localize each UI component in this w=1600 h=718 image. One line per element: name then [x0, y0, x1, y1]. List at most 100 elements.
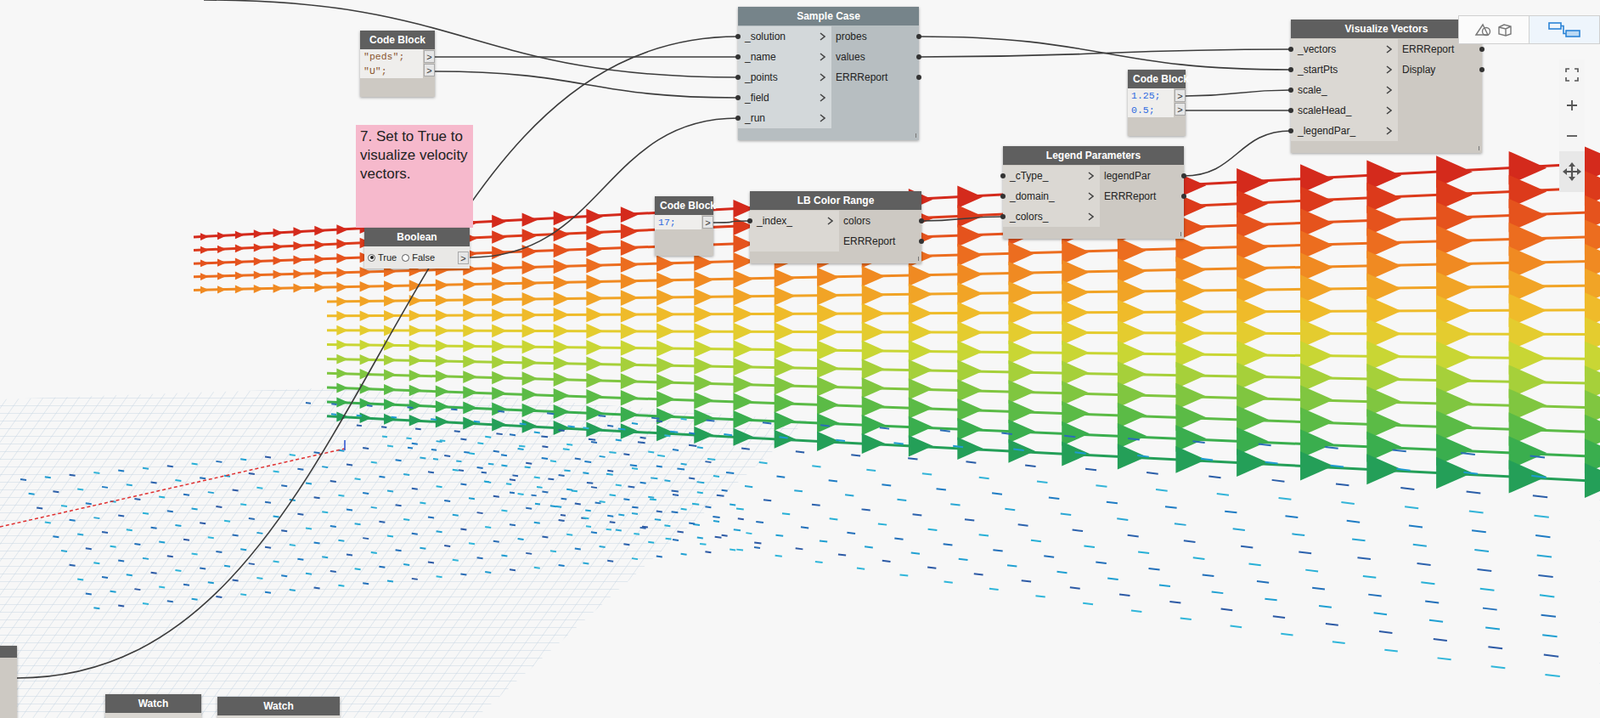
output-port[interactable]: legendPar: [1099, 165, 1184, 186]
note[interactable]: 7. Set to True to visualize velocity vec…: [355, 124, 474, 228]
boolean-node[interactable]: Boolean True False >: [364, 227, 470, 269]
radio-icon[interactable]: [401, 253, 410, 262]
input-port[interactable]: _name: [738, 46, 832, 68]
input-port[interactable]: _startPts: [1290, 59, 1398, 80]
wire[interactable]: [921, 216, 1003, 221]
node-header[interactable]: Visualize Vectors: [1290, 19, 1482, 39]
output-port[interactable]: probes: [831, 26, 919, 47]
component-node[interactable]: Sample Case_solution_name_points_field_r…: [738, 6, 919, 141]
geometry-view-button[interactable]: [1459, 16, 1529, 44]
resize-grip[interactable]: [1180, 231, 1182, 237]
wire[interactable]: [434, 71, 739, 98]
input-port[interactable]: _legendPar_: [1290, 120, 1398, 141]
port-dot[interactable]: [1479, 46, 1485, 52]
output-port[interactable]: >: [423, 50, 435, 63]
port-dot[interactable]: [735, 33, 741, 40]
port-dot[interactable]: [1288, 67, 1294, 73]
port-dot[interactable]: [1000, 193, 1006, 199]
input-port[interactable]: _vectors: [1290, 39, 1398, 60]
node-header[interactable]: Watch: [217, 696, 340, 716]
resize-grip[interactable]: [915, 133, 917, 138]
port-dot[interactable]: [1000, 214, 1006, 220]
port-dot[interactable]: [1288, 128, 1294, 134]
output-port[interactable]: values: [831, 46, 919, 68]
input-port[interactable]: _index_: [749, 210, 840, 231]
input-port[interactable]: _domain_: [1002, 185, 1100, 207]
output-port[interactable]: colors: [839, 210, 922, 231]
port-dot[interactable]: [1288, 107, 1294, 113]
output-port[interactable]: ERRReport: [839, 230, 922, 252]
code-block-node[interactable]: Code Block1.25;0.5;>>: [1127, 69, 1186, 136]
input-port[interactable]: _colors_: [1002, 206, 1100, 227]
output-port[interactable]: Display: [1397, 59, 1482, 80]
port-dot[interactable]: [1181, 173, 1187, 179]
node-header[interactable]: Legend Parameters: [1002, 146, 1184, 165]
wire[interactable]: [713, 220, 750, 223]
port-dot[interactable]: [918, 218, 924, 224]
port-dot[interactable]: [1479, 67, 1485, 73]
output-port[interactable]: >: [423, 63, 435, 77]
input-port[interactable]: _run: [738, 107, 832, 129]
input-port[interactable]: _points: [738, 67, 832, 88]
wire[interactable]: [16, 36, 739, 678]
input-port[interactable]: _solution: [738, 26, 832, 47]
input-port[interactable]: scale_: [1290, 79, 1398, 101]
wire[interactable]: [203, 0, 739, 78]
node-header[interactable]: [0, 645, 17, 658]
wire[interactable]: [434, 56, 739, 58]
zoom-out-button[interactable]: [1559, 120, 1585, 152]
resize-grip[interactable]: [918, 256, 919, 261]
resize-grip[interactable]: [1478, 146, 1480, 151]
port-dot[interactable]: [916, 54, 922, 60]
watch-node[interactable]: Watch: [217, 696, 340, 718]
port-dot[interactable]: [1181, 193, 1187, 199]
graph-view-button[interactable]: [1528, 16, 1600, 44]
radio-option[interactable]: False: [401, 252, 435, 263]
port-dot[interactable]: [735, 95, 741, 101]
radio-icon[interactable]: [367, 253, 376, 262]
output-port[interactable]: ERRReport: [1099, 185, 1184, 207]
component-node[interactable]: LB Color Range_index_colorsERRReport: [749, 191, 922, 264]
output-port[interactable]: >: [1174, 102, 1186, 116]
code-block-node[interactable]: Code Block"peds";"U";>>: [360, 30, 435, 97]
output-port[interactable]: ERRReport: [831, 67, 919, 88]
port-dot[interactable]: [735, 74, 741, 80]
port-dot[interactable]: [916, 33, 922, 40]
node-header[interactable]: Code Block: [1127, 69, 1186, 89]
zoom-fit-button[interactable]: [1559, 59, 1585, 91]
port-dot[interactable]: [747, 218, 753, 224]
code-editor[interactable]: 1.25;0.5;: [1127, 88, 1174, 118]
node-header[interactable]: LB Color Range: [749, 191, 922, 210]
input-port[interactable]: scaleHead_: [1290, 100, 1398, 121]
port-dot[interactable]: [1288, 87, 1294, 93]
port-dot[interactable]: [1000, 173, 1006, 179]
wire[interactable]: [1185, 90, 1291, 96]
port-dot[interactable]: [1288, 46, 1294, 52]
code-editor[interactable]: 17;: [654, 214, 702, 230]
node-header[interactable]: Code Block: [360, 30, 435, 50]
pan-button[interactable]: [1559, 151, 1585, 192]
node-header[interactable]: Boolean: [364, 227, 470, 247]
input-port[interactable]: _cType_: [1002, 165, 1100, 186]
zoom-in-button[interactable]: [1559, 90, 1585, 121]
port-dot[interactable]: [735, 115, 741, 121]
input-port[interactable]: _field: [738, 87, 832, 108]
radio-option[interactable]: True: [367, 252, 397, 263]
component-node[interactable]: Visualize Vectors_vectors_startPtsscale_…: [1290, 19, 1482, 153]
wire[interactable]: [918, 49, 1291, 57]
node-header[interactable]: Sample Case: [738, 6, 919, 26]
port-dot[interactable]: [735, 54, 741, 60]
graph-canvas[interactable]: 7. Set to True to visualize velocity vec…: [0, 0, 1600, 718]
partial-node[interactable]: [0, 645, 17, 718]
node-header[interactable]: Code Block: [654, 196, 714, 215]
output-port[interactable]: >: [457, 251, 469, 265]
wire[interactable]: [918, 36, 1291, 70]
node-header[interactable]: Watch: [105, 693, 202, 713]
wire[interactable]: [469, 118, 739, 258]
output-port[interactable]: >: [1174, 89, 1186, 102]
wire[interactable]: [1183, 130, 1291, 176]
code-editor[interactable]: "peds";"U";: [360, 49, 423, 79]
code-block-node[interactable]: Code Block17;>: [654, 196, 714, 256]
component-node[interactable]: Legend Parameters_cType__domain__colors_…: [1002, 146, 1184, 239]
output-port[interactable]: >: [702, 215, 714, 229]
